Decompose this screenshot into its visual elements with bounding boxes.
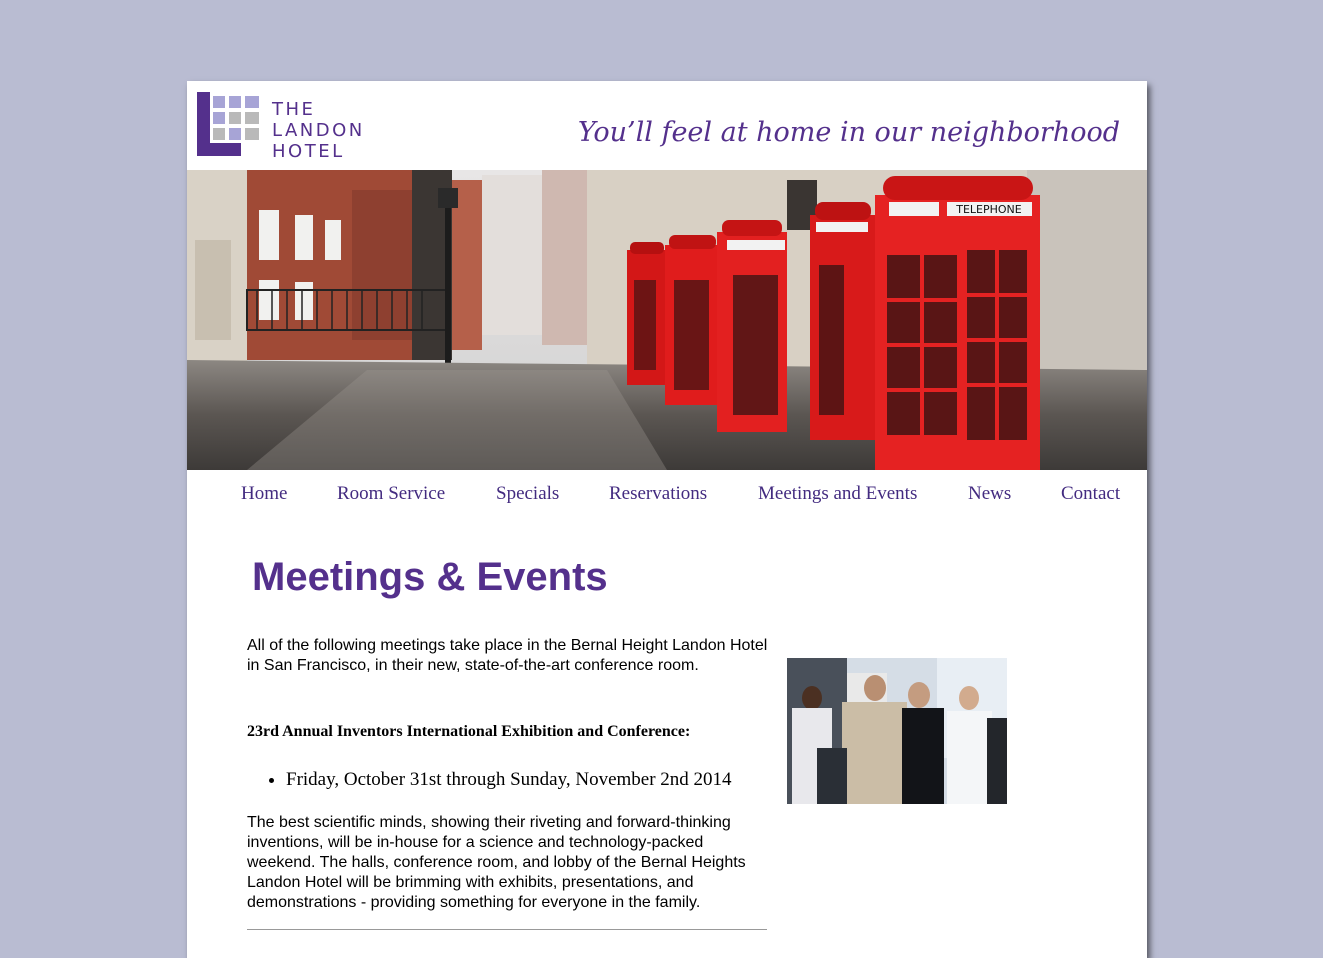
hotel-logo[interactable]: THE LANDON HOTEL [197, 92, 387, 162]
event-date-item: Friday, October 31st through Sunday, Nov… [286, 769, 732, 791]
page: THE LANDON HOTEL You’ll feel at home in … [187, 81, 1147, 958]
logo-line-2: LANDON [272, 120, 365, 141]
nav-news[interactable]: News [968, 483, 1011, 505]
logo-line-1: THE [272, 99, 316, 120]
page-title: Meetings & Events [252, 555, 608, 599]
logo-mark-icon [197, 92, 261, 156]
divider [247, 929, 767, 930]
nav-contact[interactable]: Contact [1061, 483, 1120, 505]
logo-wordmark: THE LANDON HOTEL [272, 99, 365, 162]
event-name: 23rd Annual Inventors International Exhi… [247, 723, 691, 740]
nav-home[interactable]: Home [241, 483, 287, 505]
main-nav: Home Room Service Specials Reservations … [187, 481, 1147, 511]
nav-room-service[interactable]: Room Service [337, 483, 445, 505]
logo-line-3: HOTEL [272, 141, 345, 162]
nav-reservations[interactable]: Reservations [609, 483, 707, 505]
hero-image: TELEPHONE [187, 170, 1147, 470]
event-dates-list: Friday, October 31st through Sunday, Nov… [247, 769, 732, 791]
nav-specials[interactable]: Specials [496, 483, 559, 505]
intro-paragraph: All of the following meetings take place… [247, 637, 768, 674]
tagline: You’ll feel at home in our neighborhood [577, 117, 1120, 148]
phone-box-sign: TELEPHONE [955, 203, 1022, 216]
event-description: The best scientific minds, showing their… [247, 814, 746, 911]
nav-meetings-and-events[interactable]: Meetings and Events [758, 483, 917, 505]
conference-photo [787, 658, 1007, 804]
